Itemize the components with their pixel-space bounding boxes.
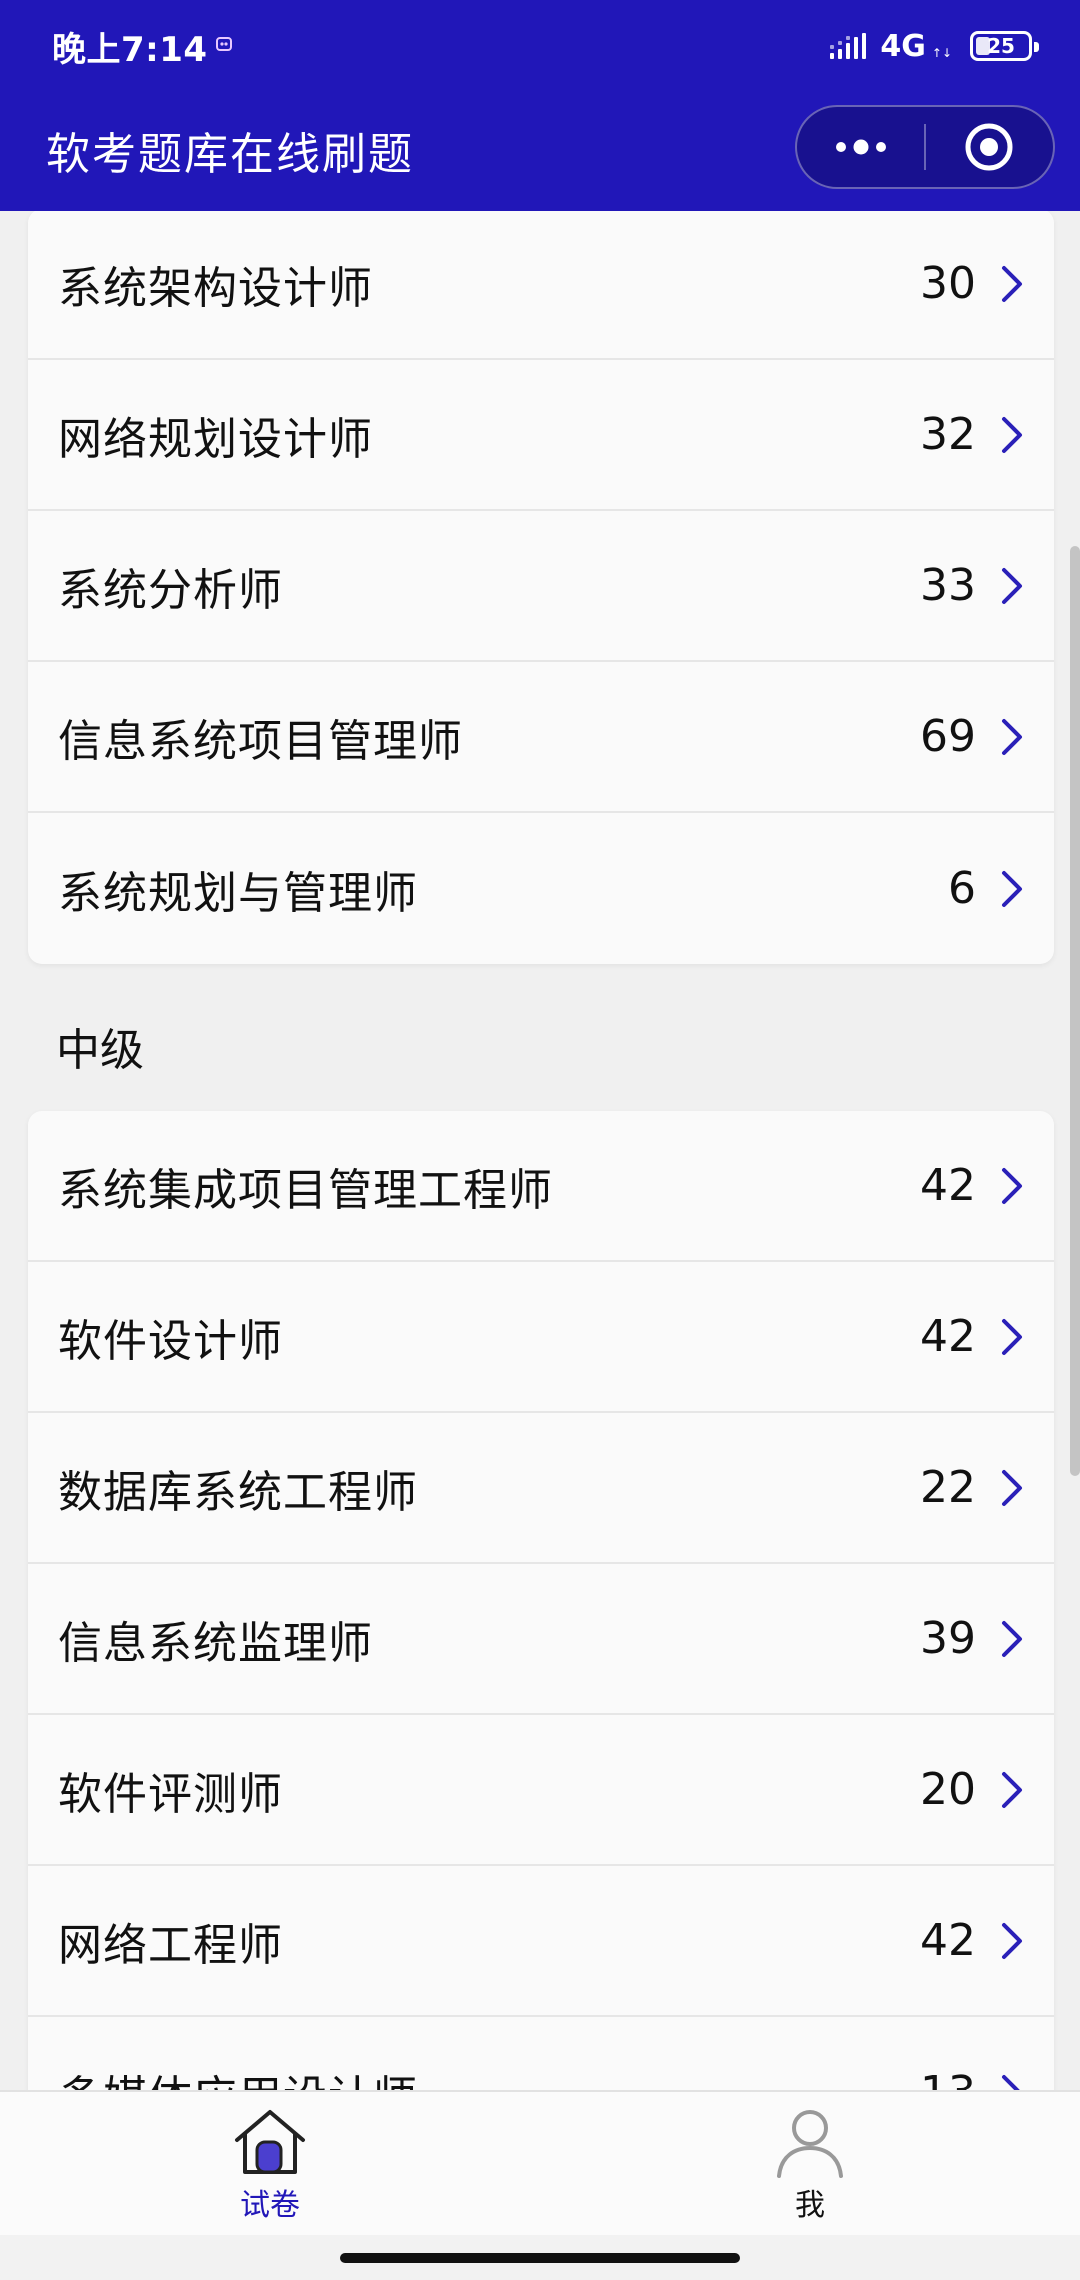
intermediate-exam-card: 系统集成项目管理工程师 42 软件设计师 42 数据库系统工程师 22 信息系统…: [28, 1111, 1054, 2091]
status-bar: 晚上7:14 4G ↑↓ 25: [0, 0, 1080, 90]
exam-count: 42: [920, 1311, 976, 1362]
chevron-right-icon: [1002, 416, 1022, 453]
home-indicator[interactable]: [340, 2253, 740, 2263]
network-type: 4G: [880, 28, 926, 64]
exam-row-network-engineer[interactable]: 网络工程师 42: [28, 1866, 1054, 2017]
exam-count: 42: [920, 1160, 976, 1211]
exam-count: 32: [920, 409, 976, 460]
exam-name: 信息系统项目管理师: [58, 715, 463, 767]
chevron-right-icon: [1002, 1620, 1022, 1657]
exam-count: 69: [920, 711, 976, 762]
exam-row-software-tester[interactable]: 软件评测师 20: [28, 1715, 1054, 1866]
system-gesture-area: [0, 2235, 1080, 2280]
home-icon: [235, 2110, 305, 2174]
page-title: 软考题库在线刷题: [46, 129, 414, 180]
chevron-right-icon: [1002, 1469, 1022, 1506]
senior-exam-card: 系统架构设计师 30 网络规划设计师 32 系统分析师 33 信息系统项目管理师…: [28, 211, 1054, 964]
battery-icon: 25: [970, 31, 1039, 61]
app-notification-icon: [216, 37, 232, 51]
status-time: 晚上7:14: [52, 30, 208, 70]
tab-label: 我: [795, 2188, 825, 2223]
miniprogram-capsule: [795, 105, 1055, 189]
exam-row-system-analyst[interactable]: 系统分析师 33: [28, 511, 1054, 662]
exam-name: 网络规划设计师: [58, 413, 373, 465]
exam-row-database-engineer[interactable]: 数据库系统工程师 22: [28, 1413, 1054, 1564]
app-header: 晚上7:14 4G ↑↓ 25 软考题库在线刷题: [0, 0, 1080, 211]
exam-count: 30: [920, 258, 976, 309]
exam-row-software-designer[interactable]: 软件设计师 42: [28, 1262, 1054, 1413]
exam-row-supervisor[interactable]: 信息系统监理师 39: [28, 1564, 1054, 1715]
status-indicators: 4G ↑↓ 25: [828, 22, 1039, 70]
exam-count: 42: [920, 1915, 976, 1966]
chevron-right-icon: [1002, 718, 1022, 755]
exam-count: 13: [920, 2067, 976, 2091]
exam-count: 20: [920, 1764, 976, 1815]
chevron-right-icon: [1002, 1771, 1022, 1808]
exam-name: 系统规划与管理师: [58, 867, 418, 919]
chevron-right-icon: [1002, 567, 1022, 604]
tab-exams[interactable]: 试卷: [0, 2092, 540, 2237]
more-button[interactable]: [797, 105, 924, 189]
close-miniprogram-button[interactable]: [926, 105, 1053, 189]
chevron-right-icon: [1002, 870, 1022, 907]
exam-name: 软件评测师: [58, 1768, 283, 1820]
chevron-right-icon: [1002, 1167, 1022, 1204]
user-icon: [777, 2110, 843, 2178]
exam-row-system-planning[interactable]: 系统规划与管理师 6: [28, 813, 1054, 964]
exam-list-scroll[interactable]: 系统架构设计师 30 网络规划设计师 32 系统分析师 33 信息系统项目管理师…: [0, 211, 1080, 2091]
exam-name: 数据库系统工程师: [58, 1466, 418, 1518]
exam-count: 39: [920, 1613, 976, 1664]
signal-icon: [830, 33, 867, 59]
battery-level: 25: [987, 34, 1015, 58]
chevron-right-icon: [1002, 2074, 1022, 2091]
bottom-tab-bar: 试卷 我: [0, 2090, 1080, 2235]
exam-name: 系统分析师: [58, 564, 283, 616]
tab-label: 试卷: [240, 2188, 300, 2223]
exam-name: 多媒体应用设计师: [58, 2061, 920, 2092]
scrollbar[interactable]: [1070, 546, 1080, 1476]
section-title-intermediate: 中级: [56, 1025, 144, 1076]
chevron-right-icon: [1002, 1922, 1022, 1959]
target-icon: [965, 123, 1013, 171]
exam-name: 信息系统监理师: [58, 1617, 373, 1669]
exam-count: 33: [920, 560, 976, 611]
exam-row-multimedia-designer[interactable]: 多媒体应用设计师 13: [28, 2017, 1054, 2091]
exam-row-integration-pm[interactable]: 系统集成项目管理工程师 42: [28, 1111, 1054, 1262]
tab-me[interactable]: 我: [540, 2092, 1080, 2237]
exam-name: 系统架构设计师: [58, 262, 373, 314]
more-icon: [835, 139, 886, 155]
exam-name: 软件设计师: [58, 1315, 283, 1367]
exam-count: 22: [920, 1462, 976, 1513]
chevron-right-icon: [1002, 1318, 1022, 1355]
data-arrows-icon: ↑↓: [931, 46, 952, 60]
exam-row-network-planner[interactable]: 网络规划设计师 32: [28, 360, 1054, 511]
exam-row-project-manager[interactable]: 信息系统项目管理师 69: [28, 662, 1054, 813]
exam-name: 系统集成项目管理工程师: [58, 1164, 553, 1216]
exam-row-system-architect[interactable]: 系统架构设计师 30: [28, 211, 1054, 360]
exam-name: 网络工程师: [58, 1919, 283, 1971]
exam-count: 6: [948, 863, 976, 914]
chevron-right-icon: [1002, 265, 1022, 302]
